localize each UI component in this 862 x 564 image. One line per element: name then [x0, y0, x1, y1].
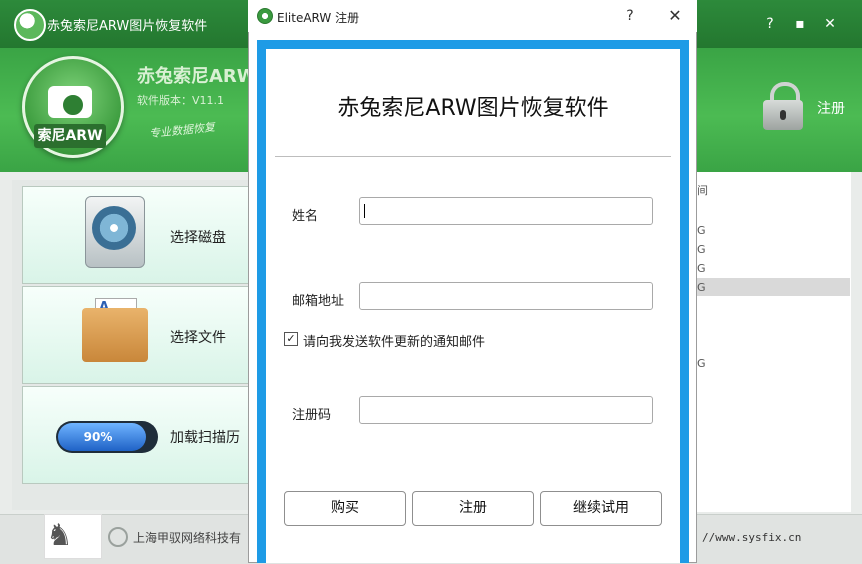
list-item[interactable]: G: [697, 262, 706, 275]
header-register-link[interactable]: 注册: [817, 98, 845, 118]
registration-code-label: 注册码: [292, 408, 332, 423]
app-logo-icon: [14, 9, 46, 41]
list-item[interactable]: G: [697, 281, 706, 294]
continue-trial-button[interactable]: 继续试用: [540, 491, 662, 526]
dialog-divider: [275, 156, 671, 157]
app-version: 软件版本：V11.1: [137, 94, 225, 107]
list-item[interactable]: G: [697, 357, 706, 370]
load-scan-history-label: 加载扫描历: [170, 430, 240, 446]
notify-checkbox[interactable]: ✓: [284, 332, 298, 346]
text-caret: [364, 204, 365, 218]
footer-company-name: 上海甲驭网络科技有: [133, 531, 242, 545]
file-list-panel[interactable]: [690, 172, 851, 512]
buy-button[interactable]: 购买: [284, 491, 406, 526]
footer-website-link[interactable]: //www.sysfix.cn: [702, 531, 801, 544]
email-label: 邮箱地址: [292, 294, 345, 309]
email-input[interactable]: [359, 282, 653, 310]
main-help-button[interactable]: ?: [760, 14, 780, 34]
name-label: 姓名: [292, 209, 319, 224]
register-button[interactable]: 注册: [412, 491, 534, 526]
name-input[interactable]: [359, 197, 653, 225]
company-icon: [108, 527, 128, 547]
main-maximize-button[interactable]: ▪: [790, 14, 810, 34]
dialog-close-button[interactable]: ✕: [663, 5, 687, 27]
main-close-button[interactable]: ✕: [820, 14, 840, 34]
list-column-header: 间: [697, 184, 708, 197]
dialog-heading: 赤兔索尼ARW图片恢复软件: [337, 96, 609, 121]
lock-keyhole-icon: [780, 110, 786, 120]
dialog-help-button[interactable]: ?: [620, 6, 640, 26]
dialog-title: EliteARW 注册: [277, 11, 360, 25]
notify-checkbox-label[interactable]: 请向我发送软件更新的通知邮件: [303, 331, 485, 350]
selected-list-row[interactable]: [692, 278, 850, 296]
select-file-label: 选择文件: [170, 330, 226, 346]
registration-code-input[interactable]: [359, 396, 653, 424]
horse-logo-icon: ♞: [46, 518, 73, 553]
app-name: 赤兔索尼ARW: [137, 66, 257, 87]
dialog-app-icon: [257, 8, 273, 24]
list-item[interactable]: G: [697, 224, 706, 237]
list-item[interactable]: G: [697, 243, 706, 256]
folder-icon: [82, 308, 148, 362]
select-disk-label: 选择磁盘: [170, 230, 226, 246]
camera-lens-icon: [60, 92, 86, 118]
main-window-title: 赤兔索尼ARW图片恢复软件: [47, 19, 208, 34]
logo-badge: 索尼ARW: [34, 124, 106, 148]
progress-text: 90%: [83, 430, 113, 444]
disk-platter-icon: [92, 206, 136, 250]
